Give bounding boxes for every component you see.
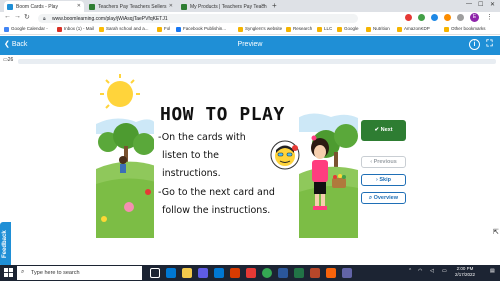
close-tab-icon[interactable]: ✕ [261,3,265,9]
close-tab-icon[interactable]: ✕ [169,3,173,9]
new-tab-button[interactable]: + [272,1,277,10]
bookmark-item[interactable]: Other bookmarks [444,26,486,32]
close-tab-icon[interactable]: ✕ [77,3,81,9]
chrome-icon[interactable] [262,268,272,278]
teams-icon[interactable] [342,268,352,278]
fullscreen-icon[interactable]: ⛶ [484,39,495,50]
tpt-favicon-icon [89,4,95,10]
folder-icon [366,27,371,32]
app-icon[interactable] [246,268,256,278]
bookmark-item[interactable]: Inbox (1) - Mail [57,26,94,32]
notification-icon[interactable]: ▤ [490,268,495,274]
bookmark-item[interactable]: LLC [317,26,332,32]
bookmark-item[interactable]: Google Calendar - [4,26,48,32]
edge-icon[interactable] [166,268,176,278]
extension-icon[interactable] [405,14,412,21]
tab-label: Teachers Pay Teachers Sellers [98,4,167,10]
store-icon[interactable] [198,268,208,278]
card-count: ▭26 [3,57,14,63]
volume-icon[interactable]: ◁ [430,268,434,274]
folder-icon [337,27,342,32]
maximize-icon[interactable]: ☐ [478,1,483,8]
facebook-icon [176,27,181,32]
folder-icon [444,27,449,32]
page-title: Preview [237,41,263,48]
instruction-line: listen to the [162,150,219,161]
extension-icon[interactable] [444,14,451,21]
mail-icon[interactable] [214,268,224,278]
tray-chevron-icon[interactable]: ⌃ [408,268,412,274]
drive-icon [99,27,104,32]
browser-tab-tpt-products[interactable]: My Products | Teachers Pay Teach ✕ [178,1,268,12]
app-icon[interactable] [326,268,336,278]
menu-dots-icon[interactable]: ⋮ [486,13,493,21]
extension-icon[interactable] [418,14,425,21]
url-text: www.boomlearning.com/play/jWiAsqjTaePVfq… [52,16,168,22]
browser-tab-boom[interactable]: Boom Cards - Play ✕ [4,1,84,12]
audio-speaker-icon[interactable] [270,140,300,170]
reload-icon[interactable]: ↻ [24,13,30,21]
back-arrow-icon[interactable]: ← [4,13,11,20]
boom-card: HOW TO PLAY -On the cards with listen to… [96,74,358,238]
tab-label: Boom Cards - Play [16,4,58,10]
overview-button[interactable]: ⌕ Overview [361,192,406,204]
bookmark-item[interactable]: Research [286,26,312,32]
instruction-line: follow the instructions. [162,205,271,216]
battery-icon[interactable]: ▭ [442,268,447,274]
close-window-icon[interactable]: ✕ [490,1,495,8]
next-button[interactable]: ✔ Next [361,120,406,141]
address-bar[interactable]: 🔒︎ www.boomlearning.com/play/jWiAsqjTaeP… [38,14,358,23]
instruction-line: -On the cards with [158,132,246,143]
folder-icon [317,27,322,32]
browser-tab-tpt-sellers[interactable]: Teachers Pay Teachers Sellers ✕ [86,1,176,12]
instruction-line: -Go to the next card and [158,187,275,198]
word-icon[interactable] [278,268,288,278]
excel-icon[interactable] [294,268,304,278]
skip-button[interactable]: › Skip [361,174,406,186]
card-title: HOW TO PLAY [160,104,285,125]
feedback-tab[interactable]: Feedback [0,222,11,267]
clock-date: 2/17/2022 [455,272,476,277]
bookmark-item[interactable]: Fol [157,26,170,32]
bookmark-item[interactable]: Google [337,26,359,32]
tpt-favicon-icon [181,4,187,10]
previous-button[interactable]: ‹ Previous [361,156,406,168]
progress-bar [18,59,496,64]
mail-icon [57,27,62,32]
taskbar-search[interactable]: ⌕ Type here to search [17,266,142,280]
extension-icon[interactable] [431,14,438,21]
windows-start-icon[interactable] [4,268,13,277]
folder-icon [397,27,402,32]
lock-icon: 🔒︎ [43,16,46,22]
office-icon[interactable] [230,268,240,278]
forward-arrow-icon[interactable]: → [14,13,21,20]
powerpoint-icon[interactable] [310,268,320,278]
bookmark-item[interactable]: Synglers's website [238,26,282,32]
profile-avatar[interactable]: E [470,13,479,22]
file-explorer-icon[interactable] [182,268,192,278]
instruction-line: instructions. [162,168,221,179]
bookmark-item[interactable]: AmazonKDP [397,26,430,32]
bookmark-item[interactable]: Sarah school and a... [99,26,149,32]
mouse-cursor-icon: ⇱ [493,229,499,236]
search-icon: ⌕ [21,269,25,275]
bookmark-item[interactable]: Nutrition [366,26,390,32]
wifi-icon[interactable]: ◠ [418,268,422,274]
folder-icon [157,27,162,32]
puzzle-icon[interactable] [457,14,464,21]
boom-favicon-icon [7,4,13,10]
bookmark-item[interactable]: Facebook Publishin... [176,26,226,32]
calendar-icon [4,27,9,32]
taskbar-clock[interactable]: 2:00 PM 2/17/2022 [455,266,475,278]
info-icon[interactable]: i [469,39,480,50]
minimize-icon[interactable]: — [466,1,472,7]
folder-icon [286,27,291,32]
folder-icon [238,27,243,32]
tab-label: My Products | Teachers Pay Teach [190,4,267,10]
task-view-icon[interactable] [150,268,160,278]
